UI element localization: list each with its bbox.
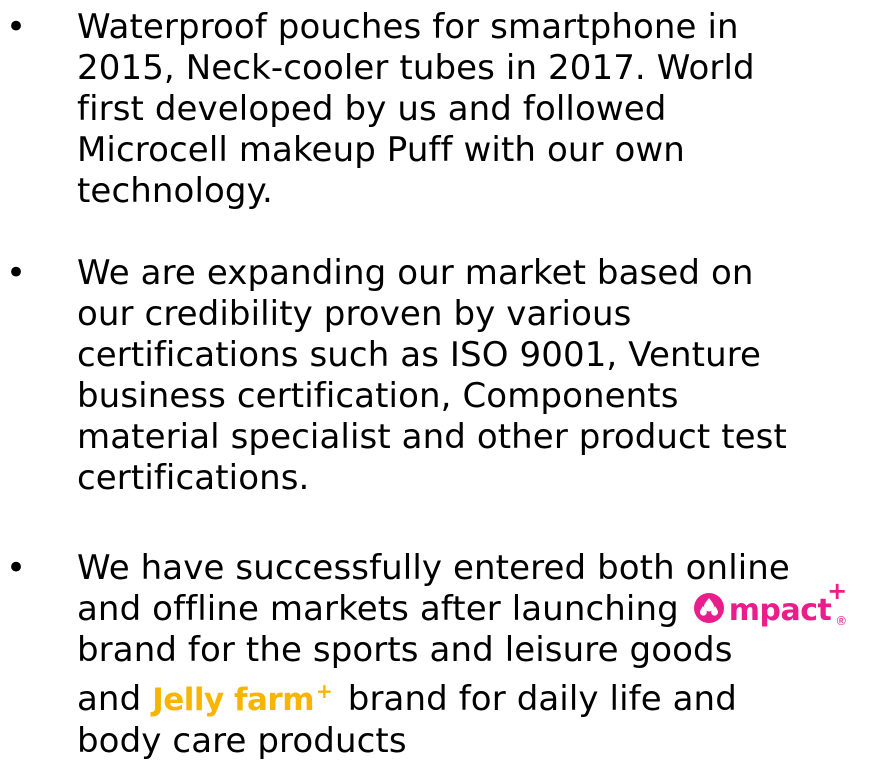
jellyfarm-plus: + (316, 679, 333, 703)
text-line: brand for the sports and leisure goods (77, 630, 733, 670)
text-line: technology. (77, 171, 273, 211)
text-line: 2015, Neck-cooler tubes in 2017. World (77, 48, 755, 88)
bullet-dot: • (6, 548, 27, 588)
text-line: first developed by us and followed (77, 89, 667, 129)
bullet-dot: • (6, 7, 27, 47)
text-line: our credibility proven by various (77, 294, 632, 334)
text-line: and Jelly farm + brand for daily life and (77, 671, 867, 721)
text-line: We have successfully entered both online (77, 548, 790, 588)
mpact-registered-mark: ® (835, 614, 848, 628)
mpact-droplets-icon (693, 593, 724, 623)
jellyfarm-logo: Jelly farm + (152, 671, 333, 721)
text-line: certifications. (77, 458, 310, 498)
mpact-wordmark: mpact (728, 593, 832, 628)
text-segment: and (77, 679, 142, 719)
text-line: and offline markets after launching mpac… (77, 577, 867, 630)
text-line: business certification, Components (77, 376, 679, 416)
text-line: certifications such as ISO 9001, Venture (77, 335, 762, 375)
text-segment: brand for daily life and (347, 679, 737, 719)
mpact-logo: mpact + ® (693, 577, 847, 628)
text-line: Waterproof pouches for smartphone in (77, 7, 739, 47)
bullet-text: We have successfully entered both online… (77, 548, 867, 762)
text-line: body care products (77, 721, 407, 761)
bullet-text: Waterproof pouches for smartphone in 201… (77, 7, 867, 212)
jellyfarm-wordmark: Jelly farm (152, 682, 315, 718)
text-line: Microcell makeup Puff with our own (77, 130, 685, 170)
text-line: material specialist and other product te… (77, 417, 787, 457)
text-line: We are expanding our market based on (77, 253, 754, 293)
bullet-text: We are expanding our market based on our… (77, 253, 867, 499)
bullet-dot: • (6, 253, 27, 293)
slide: • Waterproof pouches for smartphone in 2… (0, 0, 871, 764)
text-segment: and offline markets after launching (77, 589, 679, 629)
